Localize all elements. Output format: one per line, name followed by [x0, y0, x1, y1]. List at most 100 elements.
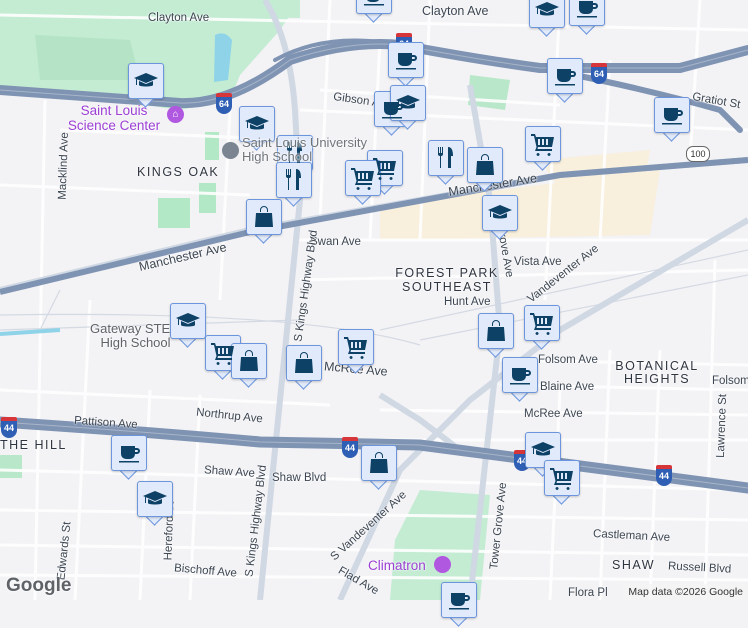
map-marker-school[interactable]	[482, 195, 518, 241]
marker-body[interactable]	[286, 345, 322, 381]
map-marker-school[interactable]	[137, 481, 173, 527]
school-icon	[134, 73, 158, 87]
marker-body[interactable]	[390, 85, 426, 121]
school-icon	[245, 116, 269, 130]
map-marker-school[interactable]	[128, 63, 164, 109]
map-marker-shopping-bag[interactable]	[231, 343, 267, 389]
shopping-bag-icon	[240, 350, 258, 371]
marker-body[interactable]	[482, 195, 518, 231]
map-marker-grocery-cart[interactable]	[345, 160, 381, 206]
street-label: Flora Pl	[568, 587, 608, 599]
marker-body[interactable]	[654, 97, 690, 133]
grocery-cart-icon	[351, 168, 374, 190]
interstate-44-shield: 44	[656, 465, 672, 486]
shopping-bag-icon	[476, 154, 494, 175]
marker-body[interactable]	[428, 140, 464, 176]
marker-body[interactable]	[276, 162, 312, 198]
marker-body[interactable]	[345, 160, 381, 196]
coffee-icon	[449, 593, 470, 610]
street-label: Folsom Ave	[712, 375, 748, 387]
poi-slu-high-school[interactable]: Saint Louis University High School	[242, 136, 392, 164]
neighborhood-label: SHAW	[612, 558, 656, 572]
shopping-bag-icon	[255, 206, 273, 227]
coffee-icon	[555, 69, 576, 86]
restaurant-icon	[438, 147, 453, 168]
google-logo: Google	[6, 575, 72, 596]
marker-body[interactable]	[246, 199, 282, 235]
street-label: Lawrence St	[714, 393, 730, 459]
map-marker-coffee[interactable]	[502, 357, 538, 403]
street-label: Macklind Ave	[56, 132, 71, 200]
marker-body[interactable]	[525, 126, 561, 162]
shopping-bag-icon	[487, 320, 505, 341]
map-marker-shopping-bag[interactable]	[286, 345, 322, 391]
map-marker-coffee[interactable]	[388, 42, 424, 88]
map-marker-coffee[interactable]	[356, 0, 392, 24]
marker-body[interactable]	[170, 303, 206, 339]
marker-body[interactable]	[231, 343, 267, 379]
marker-body[interactable]	[361, 445, 397, 481]
marker-body[interactable]	[128, 63, 164, 99]
map-marker-school[interactable]	[529, 0, 565, 38]
map-marker-shopping-bag[interactable]	[246, 199, 282, 245]
marker-body[interactable]	[525, 432, 561, 468]
marker-body[interactable]	[502, 357, 538, 393]
map-marker-grocery-cart[interactable]	[525, 126, 561, 172]
street-label: Blaine Ave	[540, 381, 595, 393]
street-label: Shaw Blvd	[272, 472, 327, 484]
map-marker-restaurant[interactable]	[428, 140, 464, 186]
neighborhood-label: KINGS OAK	[137, 165, 220, 179]
map-attribution[interactable]: Map data ©2026 Google	[623, 584, 748, 600]
interstate-44-shield: 44	[1, 417, 17, 438]
neighborhood-label: BOTANICAL HEIGHTS	[615, 359, 699, 386]
map-marker-shopping-bag[interactable]	[478, 313, 514, 359]
poi-gateway-stem[interactable]: Gateway STEM High School	[88, 322, 183, 350]
marker-body[interactable]	[388, 42, 424, 78]
museum-icon[interactable]: ⌂	[167, 106, 184, 123]
marker-body[interactable]	[547, 58, 583, 94]
coffee-icon	[364, 0, 384, 6]
map-marker-coffee[interactable]	[441, 582, 477, 628]
marker-body[interactable]	[338, 329, 374, 365]
map-marker-school[interactable]	[170, 303, 206, 349]
street-label: McRee Ave	[524, 408, 583, 420]
map-marker-coffee[interactable]	[547, 58, 583, 104]
map-marker-shopping-bag[interactable]	[361, 445, 397, 491]
restaurant-icon	[286, 169, 301, 190]
poi-climatron[interactable]: Climatron	[368, 558, 426, 573]
marker-body[interactable]	[478, 313, 514, 349]
marker-body[interactable]	[467, 147, 503, 183]
marker-body[interactable]	[137, 481, 173, 517]
map-marker-coffee[interactable]	[569, 0, 605, 36]
map-marker-grocery-cart[interactable]	[544, 460, 580, 506]
marker-body[interactable]	[111, 435, 147, 471]
interstate-44-shield: 44	[342, 437, 358, 458]
neighborhood-label: THE HILL	[0, 438, 67, 452]
interstate-64-shield: 64	[591, 63, 607, 84]
route-100-shield: 100	[686, 146, 710, 162]
marker-body[interactable]	[524, 305, 560, 341]
street-label: Vista Ave	[514, 256, 562, 268]
interstate-64-shield: 64	[216, 93, 232, 114]
map-marker-grocery-cart[interactable]	[338, 329, 374, 375]
school-icon	[488, 205, 512, 219]
neighborhood-label: FOREST PARK SOUTHEAST	[395, 266, 499, 294]
map-marker-coffee[interactable]	[654, 97, 690, 143]
grocery-cart-icon	[531, 134, 554, 156]
school-icon	[535, 2, 559, 16]
map-marker-grocery-cart[interactable]	[524, 305, 560, 351]
school-poi-icon[interactable]	[222, 142, 239, 159]
marker-body[interactable]	[356, 0, 392, 14]
camera-icon[interactable]	[434, 556, 451, 573]
marker-body[interactable]	[569, 0, 605, 26]
marker-body[interactable]	[544, 460, 580, 496]
marker-body[interactable]	[529, 0, 565, 28]
shopping-bag-icon	[295, 352, 313, 373]
marker-body[interactable]	[441, 582, 477, 618]
coffee-icon	[510, 368, 531, 385]
map-canvas[interactable]	[0, 0, 748, 600]
map-marker-shopping-bag[interactable]	[467, 147, 503, 193]
grocery-cart-icon	[550, 468, 573, 490]
map-marker-school[interactable]	[390, 85, 426, 131]
map-marker-coffee[interactable]	[111, 435, 147, 481]
